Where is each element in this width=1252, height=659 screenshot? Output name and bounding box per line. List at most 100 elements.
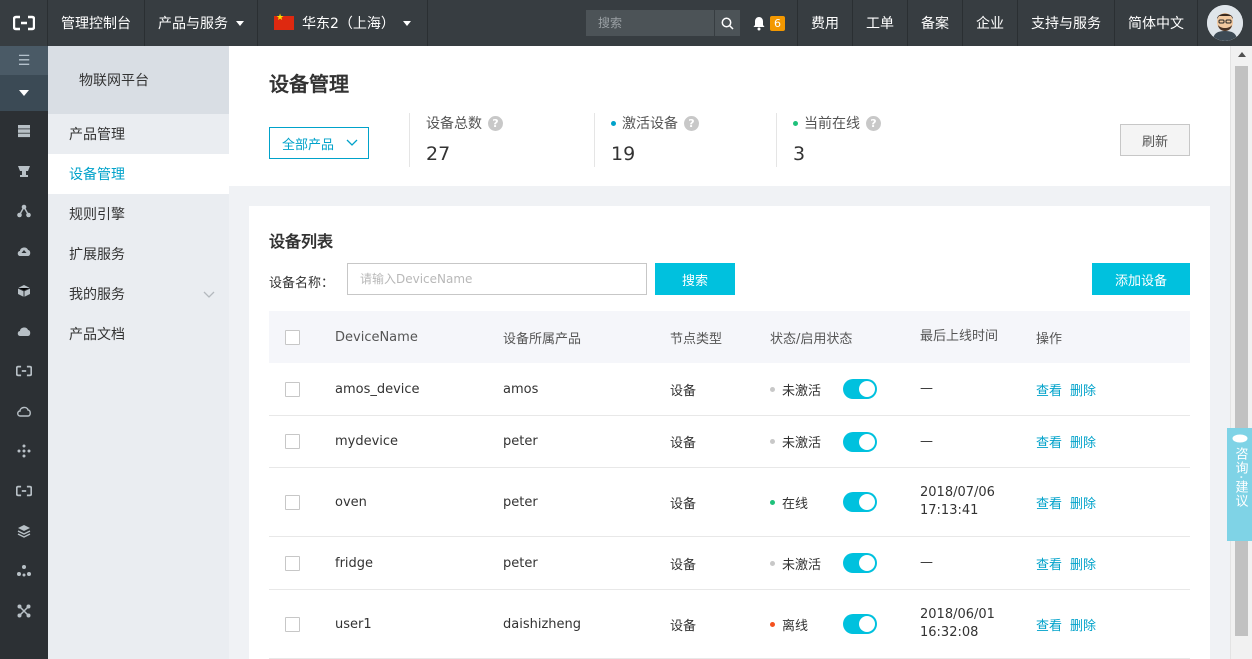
sidebar-item-extensions[interactable]: 扩展服务: [48, 234, 229, 274]
row-checkbox[interactable]: [285, 494, 300, 510]
nav-language[interactable]: 简体中文: [1115, 0, 1198, 46]
page-scrollbar[interactable]: [1230, 46, 1252, 659]
trophy-icon[interactable]: [0, 151, 48, 191]
status-dot: [611, 120, 616, 126]
last-online-date: 2018/06/01: [920, 607, 995, 622]
menu-toggle-icon[interactable]: ☰: [0, 46, 48, 75]
scroll-up-arrow-icon[interactable]: [1231, 46, 1252, 62]
nav-billing[interactable]: 费用: [798, 0, 853, 46]
delete-link[interactable]: 删除: [1070, 558, 1096, 573]
stat-label: 设备总数: [426, 116, 482, 132]
device-name: mydevice: [335, 434, 399, 449]
device-name: amos_device: [335, 381, 420, 397]
sidebar-item-my-services[interactable]: 我的服务: [48, 274, 229, 314]
row-checkbox[interactable]: [285, 555, 300, 571]
view-link[interactable]: 查看: [1036, 619, 1062, 634]
last-online-time: 17:13:41: [920, 503, 979, 518]
row-checkbox[interactable]: [285, 434, 300, 449]
database-icon[interactable]: [0, 111, 48, 151]
enable-toggle[interactable]: [843, 379, 877, 399]
top-search-input[interactable]: [586, 10, 714, 36]
enable-toggle[interactable]: [843, 492, 877, 512]
nav-tickets[interactable]: 工单: [853, 0, 908, 46]
cloud-upload-icon[interactable]: [0, 231, 48, 271]
view-link[interactable]: 查看: [1036, 436, 1062, 451]
connect-icon[interactable]: [0, 591, 48, 631]
consult-feedback-button[interactable]: 咨询·建议: [1227, 428, 1252, 541]
region-selector[interactable]: 华东2（上海）: [258, 0, 428, 46]
cloud-outline-icon[interactable]: [0, 391, 48, 431]
device-name-search-input[interactable]: [347, 263, 647, 295]
sidebar-item-devices[interactable]: 设备管理: [48, 154, 229, 194]
delete-link[interactable]: 删除: [1070, 619, 1096, 634]
column-header: 操作: [1036, 331, 1063, 347]
sidebar-title: 物联网平台: [48, 46, 229, 114]
bracket-icon[interactable]: [0, 471, 48, 511]
refresh-button[interactable]: 刷新: [1120, 124, 1190, 156]
layers-icon[interactable]: [0, 511, 48, 551]
enable-toggle[interactable]: [843, 553, 877, 573]
table-row: mydevice peter 设备 未激活 — 查看 删除: [269, 416, 1190, 468]
user-menu[interactable]: [1198, 0, 1252, 46]
nav-enterprise[interactable]: 企业: [963, 0, 1018, 46]
top-bar: 管理控制台 产品与服务 华东2（上海） 6 费用 工单 备案 企业 支持与服务 …: [0, 0, 1252, 46]
sidebar-item-docs[interactable]: 产品文档: [48, 314, 229, 354]
last-online-time: —: [920, 555, 933, 570]
nav-icp[interactable]: 备案: [908, 0, 963, 46]
node-type: 设备: [670, 436, 697, 451]
table-row: amos_device amos 设备 未激活 — 查看 删除: [269, 363, 1190, 416]
notification-badge: 6: [770, 15, 785, 31]
bracket-logo-icon[interactable]: [0, 351, 48, 391]
status-dot: [770, 621, 775, 627]
sidebar-item-rules[interactable]: 规则引擎: [48, 194, 229, 234]
page-title: 设备管理: [269, 72, 349, 96]
enable-toggle[interactable]: [843, 431, 877, 452]
chevron-down-icon[interactable]: [0, 75, 48, 111]
enable-toggle[interactable]: [843, 614, 877, 634]
status-dot: [770, 499, 775, 505]
delete-link[interactable]: 删除: [1070, 436, 1096, 451]
row-checkbox[interactable]: [285, 381, 300, 397]
view-link[interactable]: 查看: [1036, 558, 1062, 573]
stat-online-devices: 当前在线? 3: [776, 113, 881, 167]
product-select[interactable]: 全部产品: [269, 127, 369, 159]
cube-icon[interactable]: [0, 271, 48, 311]
console-home-link[interactable]: 管理控制台: [48, 0, 145, 46]
search-icon[interactable]: [714, 10, 740, 36]
help-icon[interactable]: ?: [684, 115, 699, 131]
table-row: user1 daishizheng 设备 离线 2018/06/01 16:32:…: [269, 590, 1190, 659]
device-product: peter: [503, 494, 538, 510]
view-link[interactable]: 查看: [1036, 384, 1062, 399]
delete-link[interactable]: 删除: [1070, 497, 1096, 512]
node-type: 设备: [670, 618, 697, 634]
icon-rail: ☰: [0, 46, 48, 659]
select-all-checkbox[interactable]: [285, 329, 300, 345]
notifications-button[interactable]: 6: [752, 0, 798, 46]
help-icon[interactable]: ?: [488, 115, 503, 131]
sidebar-item-products[interactable]: 产品管理: [48, 114, 229, 154]
cloud-icon[interactable]: [0, 311, 48, 351]
help-icon[interactable]: ?: [866, 115, 881, 131]
stat-total-devices: 设备总数? 27: [409, 113, 503, 167]
main-content: 设备管理 全部产品 设备总数? 27 激活设备? 19 当前在线? 3 刷新 设…: [229, 46, 1230, 659]
row-checkbox[interactable]: [285, 616, 300, 632]
last-online-date: 2018/07/06: [920, 485, 995, 500]
cluster-icon[interactable]: [0, 431, 48, 471]
share-icon[interactable]: [0, 551, 48, 591]
stat-value: 19: [611, 143, 636, 165]
network-icon[interactable]: [0, 191, 48, 231]
bell-icon: [753, 16, 765, 30]
overview-header: 设备管理 全部产品 设备总数? 27 激活设备? 19 当前在线? 3 刷新: [229, 46, 1230, 186]
products-menu[interactable]: 产品与服务: [145, 0, 258, 46]
delete-link[interactable]: 删除: [1070, 384, 1096, 399]
view-link[interactable]: 查看: [1036, 497, 1062, 512]
products-menu-label: 产品与服务: [158, 16, 228, 32]
scroll-thumb[interactable]: [1235, 66, 1248, 636]
aliyun-logo-icon[interactable]: [0, 0, 48, 46]
nav-support[interactable]: 支持与服务: [1018, 0, 1115, 46]
add-device-button[interactable]: 添加设备: [1092, 263, 1190, 295]
chat-icon: [1232, 434, 1247, 443]
status-text: 未激活: [782, 436, 822, 451]
sidebar-item-label: 设备管理: [69, 167, 125, 183]
search-button[interactable]: 搜索: [655, 263, 735, 295]
